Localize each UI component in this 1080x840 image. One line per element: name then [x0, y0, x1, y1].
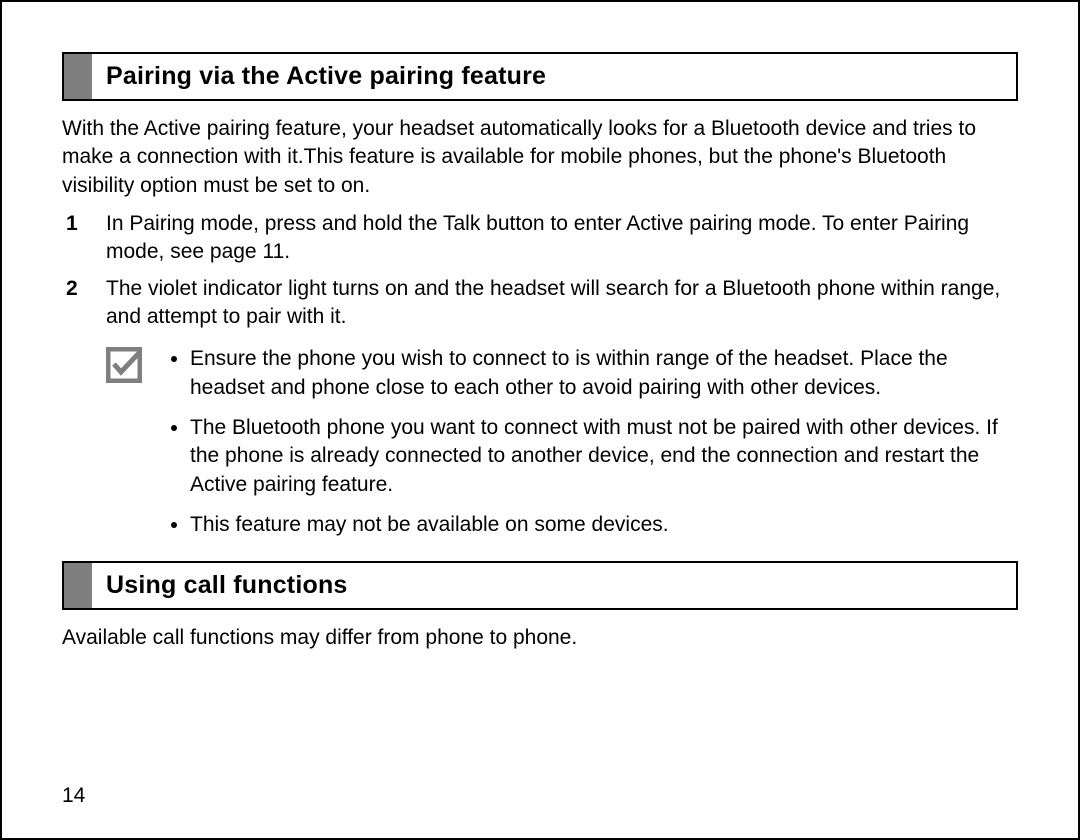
step-item: In Pairing mode, press and hold the Talk… — [62, 210, 1018, 267]
section-tab — [64, 563, 92, 608]
section-intro: With the Active pairing feature, your he… — [62, 115, 1018, 200]
page-number: 14 — [62, 784, 85, 808]
steps-list: In Pairing mode, press and hold the Talk… — [62, 210, 1018, 331]
section-title: Pairing via the Active pairing feature — [92, 54, 1016, 99]
manual-page: Pairing via the Active pairing feature W… — [0, 0, 1080, 840]
notes-list: Ensure the phone you wish to connect to … — [166, 345, 1018, 539]
section-header-call-functions: Using call functions — [62, 561, 1018, 610]
checkmark-icon — [106, 347, 142, 383]
note-block: Ensure the phone you wish to connect to … — [106, 345, 1018, 539]
section-intro: Available call functions may differ from… — [62, 624, 1018, 652]
section-header-pairing: Pairing via the Active pairing feature — [62, 52, 1018, 101]
note-item: The Bluetooth phone you want to connect … — [190, 414, 1018, 499]
step-item: The violet indicator light turns on and … — [62, 275, 1018, 332]
section-title: Using call functions — [92, 563, 1016, 608]
section-tab — [64, 54, 92, 99]
note-item: This feature may not be available on som… — [190, 511, 1018, 539]
note-item: Ensure the phone you wish to connect to … — [190, 345, 1018, 402]
